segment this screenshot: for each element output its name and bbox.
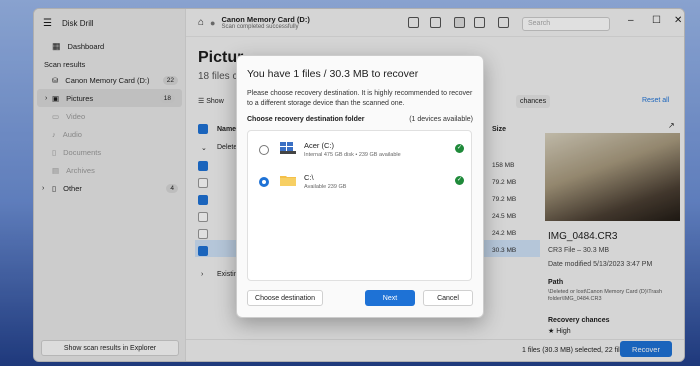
- cancel-button[interactable]: Cancel: [423, 290, 473, 306]
- destination-item-acer[interactable]: Acer (C:) Internal 475 GB disk • 239 GB …: [256, 139, 464, 167]
- destination-list-label: Choose recovery destination folder: [247, 116, 365, 123]
- devices-count: (1 devices available): [409, 116, 473, 123]
- check-icon: ✓: [455, 176, 464, 185]
- destination-radio[interactable]: [259, 177, 269, 187]
- destination-detail: Internal 475 GB disk • 239 GB available: [304, 152, 401, 158]
- destination-name: Acer (C:): [304, 141, 334, 150]
- destination-list: Acer (C:) Internal 475 GB disk • 239 GB …: [247, 130, 472, 281]
- folder-icon: [280, 176, 296, 186]
- check-icon: ✓: [455, 144, 464, 153]
- recovery-dialog: You have 1 files / 30.3 MB to recover Pl…: [236, 55, 484, 318]
- destination-item-c-root[interactable]: C:\ Available 239 GB ✓: [256, 171, 464, 199]
- windows-drive-icon: [280, 142, 296, 154]
- next-button[interactable]: Next: [365, 290, 415, 306]
- dialog-title: You have 1 files / 30.3 MB to recover: [247, 68, 419, 80]
- destination-detail: Available 239 GB: [304, 184, 347, 190]
- destination-name: C:\: [304, 173, 314, 182]
- choose-destination-button[interactable]: Choose destination: [247, 290, 323, 306]
- dialog-message: Please choose recovery destination. It i…: [247, 90, 473, 107]
- destination-radio[interactable]: [259, 145, 269, 155]
